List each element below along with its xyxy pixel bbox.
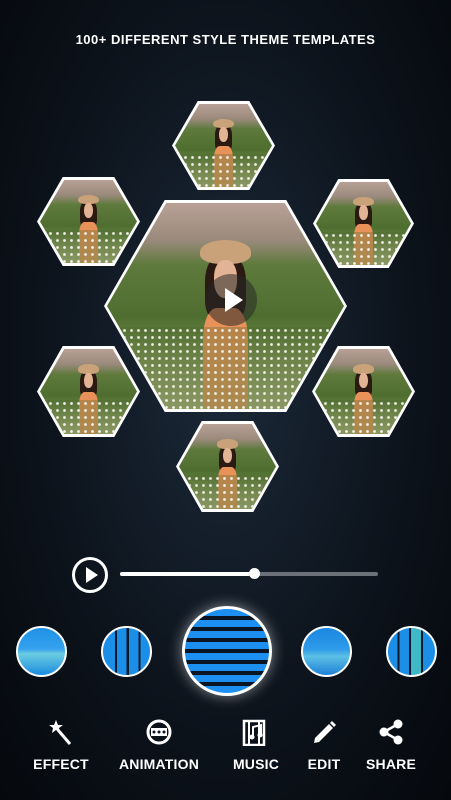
share-button[interactable]: SHARE bbox=[362, 718, 420, 772]
music-file-icon bbox=[228, 718, 284, 748]
edit-label: EDIT bbox=[307, 756, 341, 772]
share-label: SHARE bbox=[365, 756, 416, 772]
collage-photo-top[interactable] bbox=[172, 101, 275, 190]
page-title: 100+ DIFFERENT STYLE THEME TEMPLATES bbox=[75, 32, 376, 47]
film-reel-icon bbox=[112, 718, 206, 748]
theme-thumbnail-selected[interactable] bbox=[182, 606, 272, 696]
video-play-icon[interactable] bbox=[205, 274, 257, 326]
play-button[interactable] bbox=[72, 557, 108, 593]
collage-photo-lower-right[interactable] bbox=[312, 346, 415, 437]
magic-wand-icon bbox=[30, 718, 92, 748]
pencil-icon bbox=[303, 718, 345, 748]
share-icon bbox=[362, 718, 420, 748]
effect-label: EFFECT bbox=[33, 756, 89, 772]
theme-thumbnail[interactable] bbox=[301, 626, 352, 677]
music-label: MUSIC bbox=[232, 756, 280, 772]
effect-button[interactable]: EFFECT bbox=[30, 718, 92, 772]
collage-photo-bottom[interactable] bbox=[176, 421, 279, 512]
progress-fill bbox=[120, 572, 255, 576]
theme-thumbnail[interactable] bbox=[386, 626, 437, 677]
animation-label: ANIMATION bbox=[118, 756, 200, 772]
collage-photo-upper-left[interactable] bbox=[37, 177, 140, 266]
animation-button[interactable]: ANIMATION bbox=[112, 718, 206, 772]
theme-thumbnail[interactable] bbox=[101, 626, 152, 677]
edit-button[interactable]: EDIT bbox=[303, 718, 345, 772]
collage-photo-upper-right[interactable] bbox=[313, 179, 414, 268]
collage-photo-lower-left[interactable] bbox=[37, 346, 140, 437]
theme-thumbnail[interactable] bbox=[16, 626, 67, 677]
progress-knob[interactable] bbox=[249, 568, 261, 579]
progress-track[interactable] bbox=[120, 568, 378, 579]
music-button[interactable]: MUSIC bbox=[228, 718, 284, 772]
